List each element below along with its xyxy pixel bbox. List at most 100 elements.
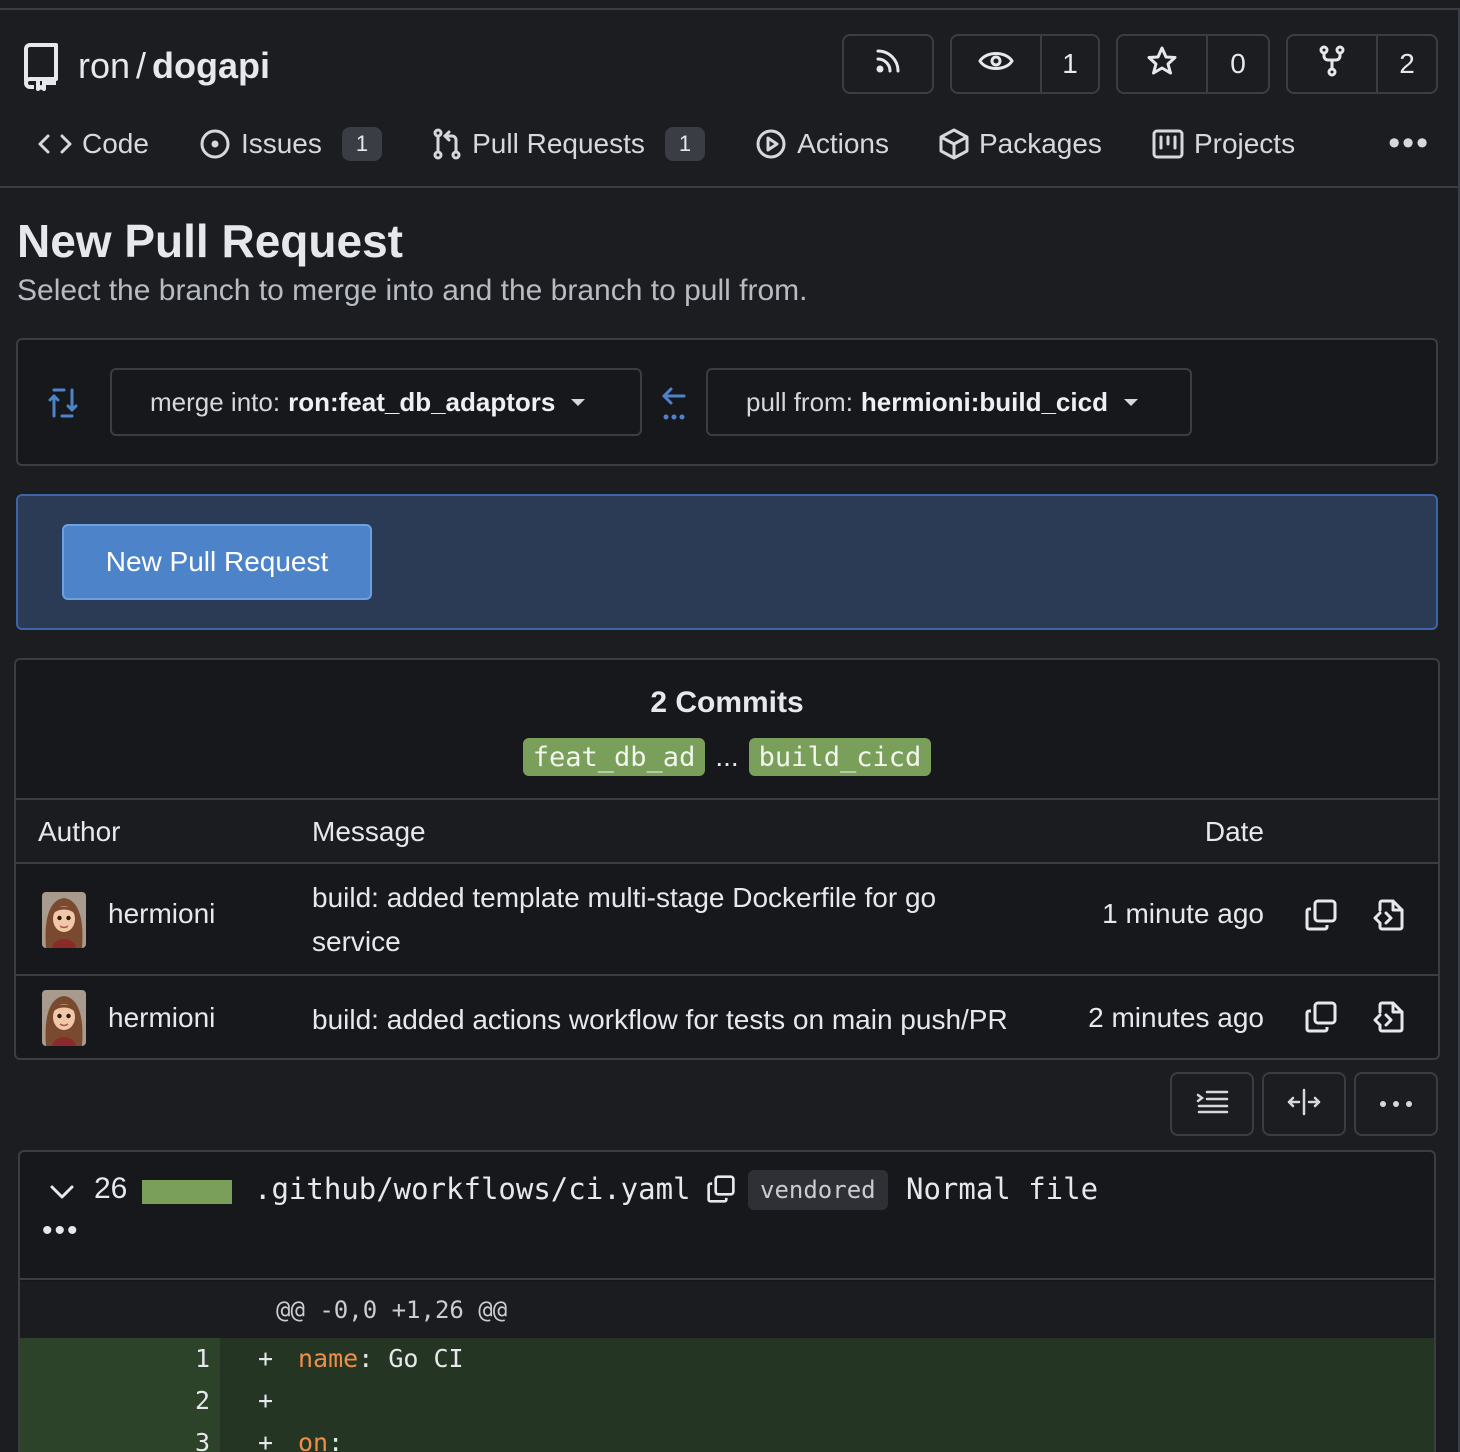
swap-branches-icon[interactable]	[48, 386, 78, 425]
rss-icon	[873, 46, 903, 83]
repo-separator: /	[136, 45, 147, 86]
head-ref-badge[interactable]: build_cicd	[748, 738, 932, 776]
table-row: hermioni build: added actions workflow f…	[16, 978, 1438, 1058]
commit-date: 2 minutes ago	[1088, 1002, 1264, 1033]
yaml-key: name	[298, 1344, 359, 1373]
commit-author[interactable]: hermioni	[108, 1002, 215, 1034]
merge-into-dropdown[interactable]: merge into: ron:feat_db_adaptors	[110, 368, 642, 436]
tab-projects[interactable]: Projects	[1152, 128, 1295, 160]
date-header: Date	[1204, 816, 1264, 847]
split-view-button[interactable]	[1262, 1072, 1346, 1136]
watch-count[interactable]: 1	[1040, 36, 1098, 92]
file-path-link[interactable]: .github/workflows/ci.yaml	[254, 1172, 691, 1206]
yaml-key: on	[298, 1428, 329, 1452]
rss-button[interactable]	[844, 36, 932, 92]
new-pull-request-button[interactable]: New Pull Request	[62, 524, 372, 600]
repo-icon	[18, 38, 62, 94]
line-number[interactable]: 1	[195, 1344, 210, 1373]
avatar[interactable]	[42, 990, 86, 1046]
file-type-label: Normal file	[906, 1172, 1099, 1206]
diff-stat-bar	[142, 1180, 232, 1204]
tab-label: Pull Requests	[472, 128, 645, 159]
pull-requests-count-badge: 1	[664, 127, 706, 161]
tab-packages[interactable]: Packages	[939, 128, 1102, 160]
compare-refs: feat_db_ad ... build_cicd	[16, 738, 1438, 776]
diff-sign: +	[258, 1344, 274, 1373]
code-text: on:	[298, 1428, 343, 1452]
repo-name-link[interactable]: dogapi	[152, 45, 270, 86]
diff-line: 2 +	[20, 1380, 1434, 1422]
project-icon	[1152, 128, 1184, 160]
tab-label: Code	[82, 128, 149, 159]
top-border	[0, 8, 1460, 10]
commit-date: 1 minute ago	[1102, 898, 1264, 929]
diff-line: 1 + name: Go CI	[20, 1338, 1434, 1380]
hunk-header-text: @@ -0,0 +1,26 @@	[276, 1296, 508, 1324]
tab-label: Issues	[240, 128, 322, 159]
play-icon	[755, 128, 787, 160]
commits-count: 2 Commits	[650, 686, 804, 719]
merge-into-branch: ron:feat_db_adaptors	[288, 386, 556, 417]
commit-message[interactable]: build: added template multi-stage Docker…	[312, 876, 1012, 964]
kebab-horizontal-icon	[1379, 1095, 1413, 1113]
package-icon	[939, 128, 969, 160]
more-tabs-button[interactable]: •••	[1388, 124, 1430, 163]
repo-owner-link[interactable]: ron	[78, 45, 130, 86]
code-text: name: Go CI	[298, 1344, 464, 1373]
tab-code[interactable]: Code	[38, 128, 149, 160]
eye-icon	[978, 48, 1014, 81]
fork-button[interactable]	[1288, 36, 1376, 92]
line-gutter: 3	[20, 1422, 220, 1452]
chevron-down-icon	[1123, 398, 1138, 406]
line-gutter: 1	[20, 1338, 220, 1380]
new-pr-banner: New Pull Request	[16, 494, 1438, 630]
chevron-down-icon[interactable]	[48, 1178, 76, 1211]
tab-actions[interactable]: Actions	[755, 128, 889, 160]
watch-button[interactable]	[952, 36, 1040, 92]
star-button[interactable]	[1118, 36, 1206, 92]
commit-message[interactable]: build: added actions workflow for tests …	[312, 998, 1072, 1042]
file-diff-header: 26 .github/workflows/ci.yaml vendored No…	[20, 1152, 1434, 1280]
commit-author[interactable]: hermioni	[108, 898, 215, 930]
repo-header: ron / dogapi	[18, 36, 270, 96]
star-count[interactable]: 0	[1206, 36, 1268, 92]
diff-line: 3 + on:	[20, 1422, 1434, 1452]
watch-button-group: 1	[950, 34, 1100, 94]
line-number[interactable]: 3	[195, 1428, 210, 1452]
pull-from-dropdown[interactable]: pull from: hermioni:build_cicd	[706, 368, 1192, 436]
line-number[interactable]: 2	[195, 1386, 210, 1415]
list-indent-icon	[1195, 1089, 1229, 1120]
copy-icon[interactable]	[1304, 898, 1338, 939]
issues-count-badge: 1	[341, 127, 383, 161]
file-more-button[interactable]: •••	[42, 1214, 80, 1248]
star-button-group: 0	[1116, 34, 1270, 94]
file-tree-toggle-button[interactable]	[1170, 1072, 1254, 1136]
branch-selector: merge into: ron:feat_db_adaptors pull fr…	[16, 338, 1438, 466]
browse-files-icon[interactable]	[1372, 1000, 1406, 1041]
copy-icon[interactable]	[706, 1174, 736, 1209]
tab-pull-requests[interactable]: Pull Requests 1	[432, 127, 706, 161]
commits-panel: 2 Commits feat_db_ad ... build_cicd Auth…	[14, 658, 1440, 1060]
copy-icon[interactable]	[1304, 1000, 1338, 1041]
tab-issues[interactable]: Issues 1	[199, 127, 383, 161]
vendored-badge: vendored	[748, 1170, 888, 1210]
fork-count[interactable]: 2	[1376, 36, 1436, 92]
issue-icon	[199, 128, 231, 160]
star-icon	[1146, 45, 1178, 84]
avatar[interactable]	[42, 892, 86, 948]
message-header: Message	[312, 816, 426, 847]
pull-from-label: pull from:	[746, 386, 853, 417]
hunk-header: @@ -0,0 +1,26 @@	[20, 1282, 1434, 1338]
tab-label: Packages	[978, 128, 1102, 159]
file-diff: 26 .github/workflows/ci.yaml vendored No…	[18, 1150, 1436, 1452]
yaml-value: :	[328, 1428, 344, 1452]
page-subtitle: Select the branch to merge into and the …	[17, 274, 808, 307]
base-ref-badge[interactable]: feat_db_ad	[522, 738, 706, 776]
tab-label: Projects	[1193, 128, 1296, 159]
fork-button-group: 2	[1286, 34, 1438, 94]
code-icon	[38, 132, 72, 156]
browse-files-icon[interactable]	[1372, 898, 1406, 939]
chevron-down-icon	[571, 398, 586, 406]
more-options-button[interactable]	[1354, 1072, 1438, 1136]
table-row: hermioni build: added template multi-sta…	[16, 864, 1438, 976]
